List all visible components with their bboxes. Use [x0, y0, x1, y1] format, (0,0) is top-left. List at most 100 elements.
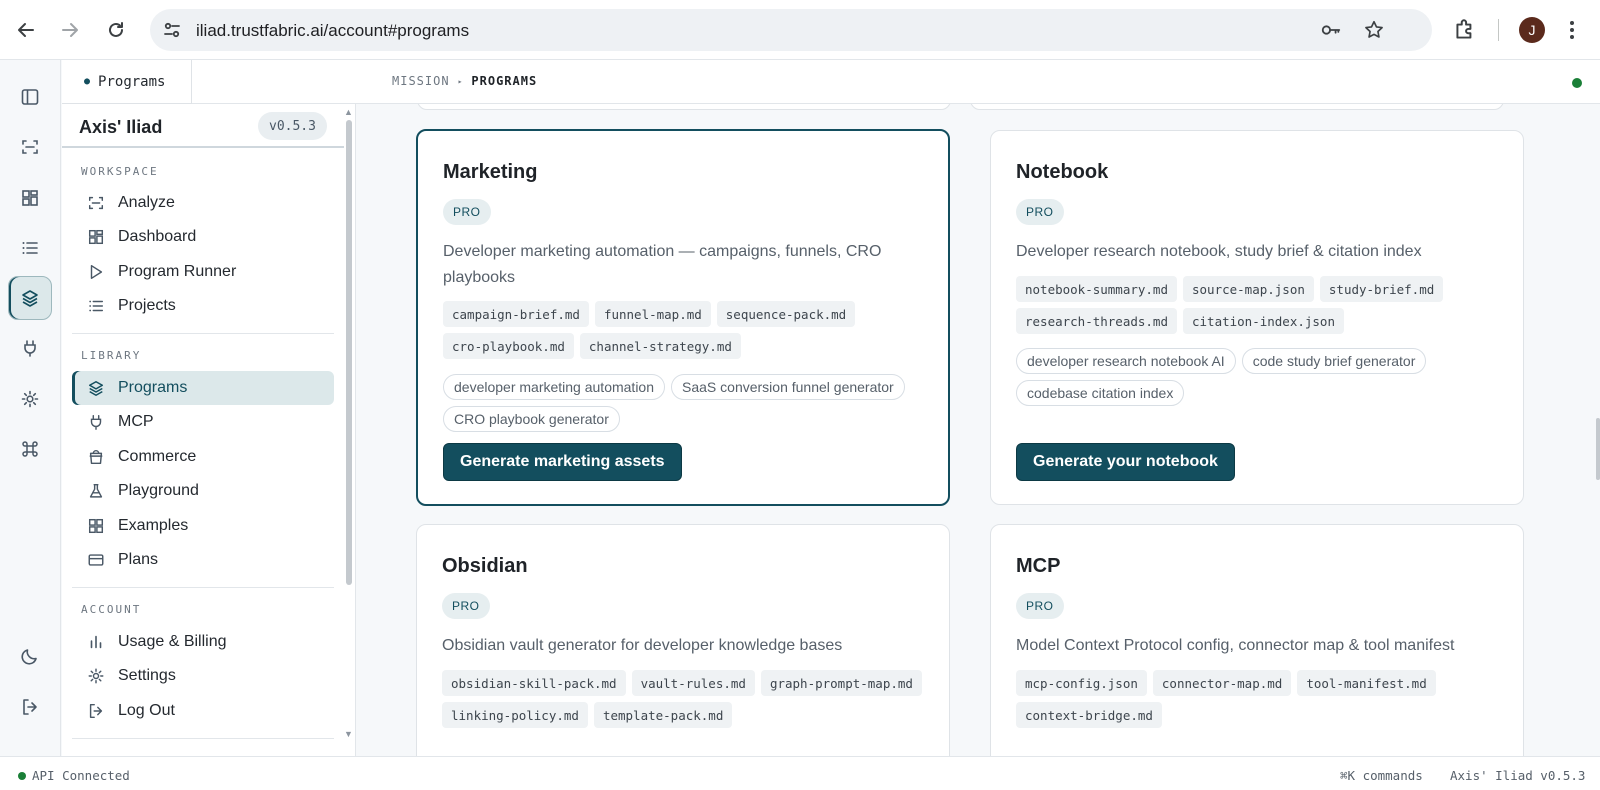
program-card-mcp[interactable]: MCP PRO Model Context Protocol config, c… — [990, 524, 1524, 756]
file-chip: cro-playbook.md — [443, 333, 574, 359]
command-icon[interactable] — [8, 427, 52, 471]
program-card-marketing[interactable]: Marketing PRO Developer marketing automa… — [416, 129, 950, 506]
sidebar-item-log-out[interactable]: Log Out — [72, 694, 334, 728]
pro-badge: PRO — [442, 593, 490, 619]
file-chip-list: obsidian-skill-pack.md vault-rules.md gr… — [442, 670, 932, 728]
sidebar-item-label: Programs — [118, 379, 188, 396]
tab-programs[interactable]: ● Programs — [62, 60, 192, 104]
file-chip: vault-rules.md — [631, 670, 755, 696]
sidebar-item-label: Commerce — [118, 448, 197, 465]
sidebar-item-playground[interactable]: Playground — [72, 474, 334, 508]
programs-grid: Marketing PRO Developer marketing automa… — [357, 104, 1600, 756]
layers-icon — [88, 380, 104, 396]
list-icon[interactable] — [8, 226, 52, 270]
command-palette-hint[interactable]: ⌘K commands — [1340, 768, 1423, 783]
file-chip: source-map.json — [1183, 276, 1314, 302]
file-chip-list: campaign-brief.md funnel-map.md sequence… — [443, 301, 933, 359]
sidebar-item-label: MCP — [118, 413, 154, 430]
grid-icon — [88, 518, 104, 534]
logout-icon — [89, 703, 103, 719]
extensions-puzzle-icon[interactable] — [1452, 17, 1478, 43]
reload-icon — [109, 22, 123, 37]
grid-icon[interactable] — [8, 176, 52, 220]
sidebar-item-projects[interactable]: Projects — [72, 289, 334, 323]
bookmark-star-icon[interactable] — [1363, 19, 1385, 41]
generate-notebook-button[interactable]: Generate your notebook — [1016, 443, 1235, 481]
forward-button[interactable] — [54, 14, 86, 46]
gear-icon[interactable] — [8, 377, 52, 421]
sidebar-toggle-icon[interactable] — [8, 75, 52, 119]
sidebar-item-program-runner[interactable]: Program Runner — [72, 255, 334, 289]
sidebar-item-label: Projects — [118, 297, 176, 314]
sidebar-item-label: Log Out — [118, 702, 175, 719]
sidebar-item-analyze[interactable]: Analyze — [72, 186, 334, 220]
file-chip: citation-index.json — [1183, 308, 1344, 334]
tag-chip-list: developer marketing automation SaaS conv… — [443, 374, 933, 432]
sidebar-item-programs[interactable]: Programs — [72, 371, 334, 405]
back-button[interactable] — [10, 14, 42, 46]
card-title: Marketing — [443, 161, 538, 183]
api-status: API Connected — [18, 768, 130, 783]
sidebar-item-label: Settings — [118, 667, 176, 684]
file-chip: research-threads.md — [1016, 308, 1177, 334]
tag-chip-list: developer research notebook AI code stud… — [1016, 348, 1506, 406]
program-card — [417, 104, 951, 110]
sidebar-item-label: Playground — [118, 482, 199, 499]
sidebar-item-examples[interactable]: Examples — [72, 509, 334, 543]
plug-icon[interactable] — [8, 326, 52, 370]
pro-badge: PRO — [443, 199, 491, 225]
icon-rail — [0, 60, 61, 756]
moon-icon[interactable] — [8, 634, 52, 678]
file-chip: campaign-brief.md — [443, 301, 589, 327]
profile-avatar[interactable]: J — [1519, 17, 1545, 43]
top-bar: MISSION ▸ PROGRAMS — [192, 60, 1600, 104]
arrow-right-icon — [62, 23, 78, 37]
file-chip-list: mcp-config.json connector-map.md tool-ma… — [1016, 670, 1506, 728]
main-scrollbar[interactable] — [1596, 418, 1600, 480]
file-chip: template-pack.md — [593, 702, 733, 728]
site-settings-icon[interactable] — [162, 20, 182, 40]
password-key-icon[interactable] — [1320, 19, 1342, 41]
arrow-left-icon — [18, 23, 34, 37]
plug-icon — [90, 414, 102, 430]
url-text[interactable]: iliad.trustfabric.ai/account#programs — [196, 21, 469, 41]
reload-button[interactable] — [100, 14, 132, 46]
tag-chip: code study brief generator — [1241, 348, 1427, 374]
browser-menu-icon[interactable] — [1566, 18, 1578, 42]
scan-icon[interactable] — [8, 125, 52, 169]
sidebar-item-commerce[interactable]: Commerce — [72, 440, 334, 474]
section-divider — [72, 587, 334, 588]
address-bar[interactable]: iliad.trustfabric.ai/account#programs — [150, 9, 1432, 51]
breadcrumb-item[interactable]: MISSION — [392, 74, 450, 88]
sidebar-scrollbar[interactable] — [346, 120, 352, 585]
program-card-obsidian[interactable]: Obsidian PRO Obsidian vault generator fo… — [416, 524, 950, 756]
scroll-down-icon[interactable]: ▼ — [344, 729, 353, 739]
scroll-up-icon[interactable]: ▲ — [344, 107, 353, 117]
card-description: Obsidian vault generator for developer k… — [442, 637, 843, 654]
program-card-notebook[interactable]: Notebook PRO Developer research notebook… — [990, 130, 1524, 505]
sidebar-item-plans[interactable]: Plans — [72, 543, 334, 577]
gear-icon — [88, 668, 104, 684]
generate-marketing-button[interactable]: Generate marketing assets — [443, 443, 682, 481]
sidebar-item-mcp[interactable]: MCP — [72, 405, 334, 439]
sidebar-item-label: Program Runner — [118, 263, 237, 280]
card-description: Model Context Protocol config, connector… — [1016, 637, 1455, 654]
brand-divider — [62, 146, 344, 148]
card-title: Obsidian — [442, 555, 528, 577]
section-label-account: ACCOUNT — [81, 603, 142, 616]
sidebar-item-usage-billing[interactable]: Usage & Billing — [72, 625, 334, 659]
file-chip: graph-prompt-map.md — [760, 670, 922, 696]
tag-chip: SaaS conversion funnel generator — [671, 374, 905, 400]
logout-icon[interactable] — [8, 685, 52, 729]
card-description: Developer research notebook, study brief… — [1016, 243, 1422, 260]
program-card — [970, 104, 1504, 110]
chevron-right-icon: ▸ — [457, 76, 464, 86]
sidebar-item-settings[interactable]: Settings — [72, 659, 334, 693]
grid-icon — [88, 229, 104, 245]
file-chip: connector-map.md — [1152, 670, 1292, 696]
sidebar-item-dashboard[interactable]: Dashboard — [72, 220, 334, 254]
layers-icon[interactable] — [8, 276, 52, 320]
scan-icon — [88, 196, 104, 210]
toolbar-divider — [1498, 19, 1499, 41]
card-title: MCP — [1016, 555, 1061, 577]
